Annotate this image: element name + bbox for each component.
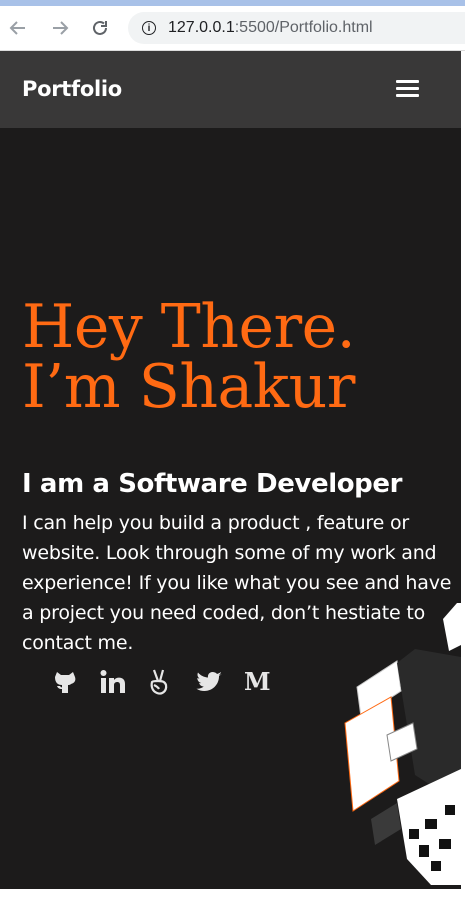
social-links: M bbox=[52, 665, 292, 699]
info-icon[interactable]: i bbox=[142, 21, 156, 35]
medium-icon: M bbox=[244, 667, 271, 696]
decorative-robot-illustration bbox=[344, 603, 461, 885]
hero-title-line2: I’m Shakur bbox=[22, 352, 355, 422]
angellist-icon bbox=[150, 669, 168, 695]
reload-button[interactable] bbox=[88, 16, 112, 40]
linkedin-link[interactable] bbox=[100, 665, 148, 699]
browser-toolbar: i 127.0.0.1:5500/Portfolio.html bbox=[0, 6, 465, 51]
hero-subtitle: I am a Software Developer bbox=[22, 469, 403, 499]
medium-link[interactable]: M bbox=[244, 665, 292, 699]
hamburger-icon-bar bbox=[396, 94, 419, 97]
arrow-left-icon bbox=[9, 21, 25, 35]
back-button[interactable] bbox=[6, 16, 30, 40]
twitter-icon bbox=[196, 672, 222, 691]
url-path: :5500/Portfolio.html bbox=[234, 19, 373, 36]
hero-title-line1: Hey There. bbox=[22, 292, 356, 362]
github-icon bbox=[55, 672, 76, 693]
viewport-bottom bbox=[0, 889, 465, 901]
github-link[interactable] bbox=[52, 665, 100, 699]
url-text: 127.0.0.1:5500/Portfolio.html bbox=[168, 19, 373, 37]
angellist-link[interactable] bbox=[148, 665, 196, 699]
hero-title: Hey There. I’m Shakur bbox=[22, 292, 356, 422]
url-host: 127.0.0.1 bbox=[168, 19, 235, 36]
page-scroll-edge bbox=[461, 51, 465, 901]
arrow-right-icon bbox=[53, 21, 69, 35]
hamburger-icon-bar bbox=[396, 80, 419, 83]
linkedin-icon bbox=[100, 670, 125, 693]
address-bar[interactable]: i 127.0.0.1:5500/Portfolio.html bbox=[128, 12, 465, 44]
brand-link[interactable]: Portfolio bbox=[22, 77, 122, 101]
portfolio-page: Portfolio Hey There. I’m Shakur I am a S… bbox=[0, 51, 461, 889]
twitter-link[interactable] bbox=[196, 665, 244, 699]
navbar: Portfolio bbox=[0, 51, 461, 128]
forward-button[interactable] bbox=[48, 16, 72, 40]
reload-icon bbox=[93, 20, 107, 35]
hamburger-icon-bar bbox=[396, 87, 419, 90]
menu-button[interactable] bbox=[396, 80, 420, 98]
